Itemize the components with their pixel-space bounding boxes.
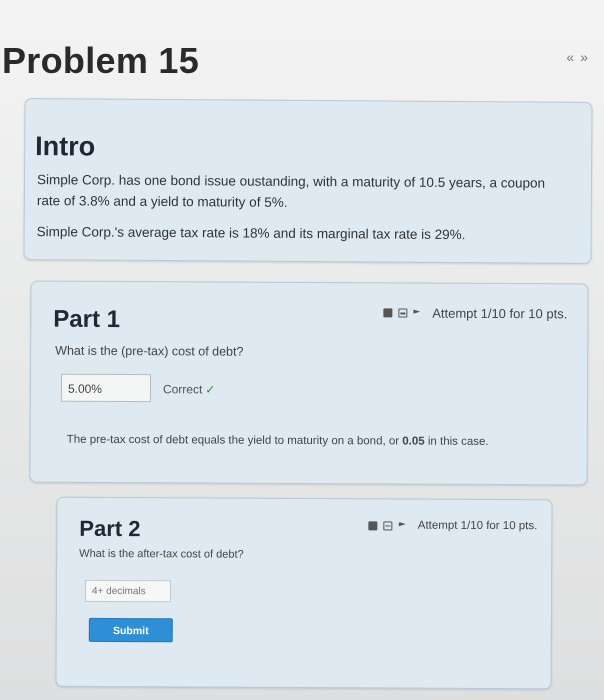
part2-question: What is the after-tax cost of debt?	[79, 547, 244, 561]
part1-title: Part 1	[53, 305, 121, 334]
calculator-icon[interactable]	[368, 520, 378, 530]
problem-navigation: « »	[566, 50, 588, 64]
page-title: Problem 15	[2, 40, 200, 81]
check-icon: ✓	[205, 382, 216, 397]
intro-panel: Intro Simple Corp. has one bond issue ou…	[23, 98, 593, 264]
part2-attempt-text: Attempt 1/10 for 10 pts.	[417, 519, 538, 533]
intro-paragraph-bond: Simple Corp. has one bond issue oustandi…	[36, 172, 546, 210]
intro-title: Intro	[35, 131, 96, 162]
part2-panel: Part 2 Attempt 1/10 for 10 pts. What is …	[55, 496, 553, 690]
part1-panel: Part 1 Attempt 1/10 for 10 pts. What is …	[29, 280, 589, 486]
flag-icon[interactable]	[413, 310, 420, 317]
next-problem-icon[interactable]: »	[580, 50, 588, 64]
flag-icon[interactable]	[399, 522, 406, 529]
intro-text: Simple Corp. has one bond issue oustandi…	[36, 169, 557, 256]
print-icon[interactable]	[383, 520, 393, 530]
part1-explanation: The pre-tax cost of debt equals the yiel…	[67, 432, 527, 450]
explanation-suffix: in this case.	[424, 435, 489, 448]
part2-answer-input[interactable]	[84, 579, 172, 603]
explanation-value: 0.05	[402, 435, 425, 448]
previous-problem-icon[interactable]: «	[566, 50, 574, 64]
part2-attempt-row: Attempt 1/10 for 10 pts.	[368, 519, 538, 533]
part1-answer-field[interactable]: 5.00%	[60, 373, 152, 403]
explanation-prefix: The pre-tax cost of debt equals the yiel…	[66, 433, 403, 448]
part1-status-text: Correct	[162, 382, 203, 397]
part2-title: Part 2	[79, 515, 141, 542]
part1-attempt-text: Attempt 1/10 for 10 pts.	[432, 305, 568, 322]
print-icon[interactable]	[398, 308, 408, 318]
intro-paragraph-tax: Simple Corp.'s average tax rate is 18% a…	[36, 224, 466, 243]
page-header: Problem 15 « »	[0, 36, 604, 86]
part1-status: Correct ✓	[163, 382, 215, 396]
submit-button[interactable]: Submit	[88, 617, 173, 643]
part1-attempt-row: Attempt 1/10 for 10 pts.	[383, 305, 567, 321]
calculator-icon[interactable]	[383, 308, 393, 318]
part1-question: What is the (pre-tax) cost of debt?	[55, 343, 244, 359]
